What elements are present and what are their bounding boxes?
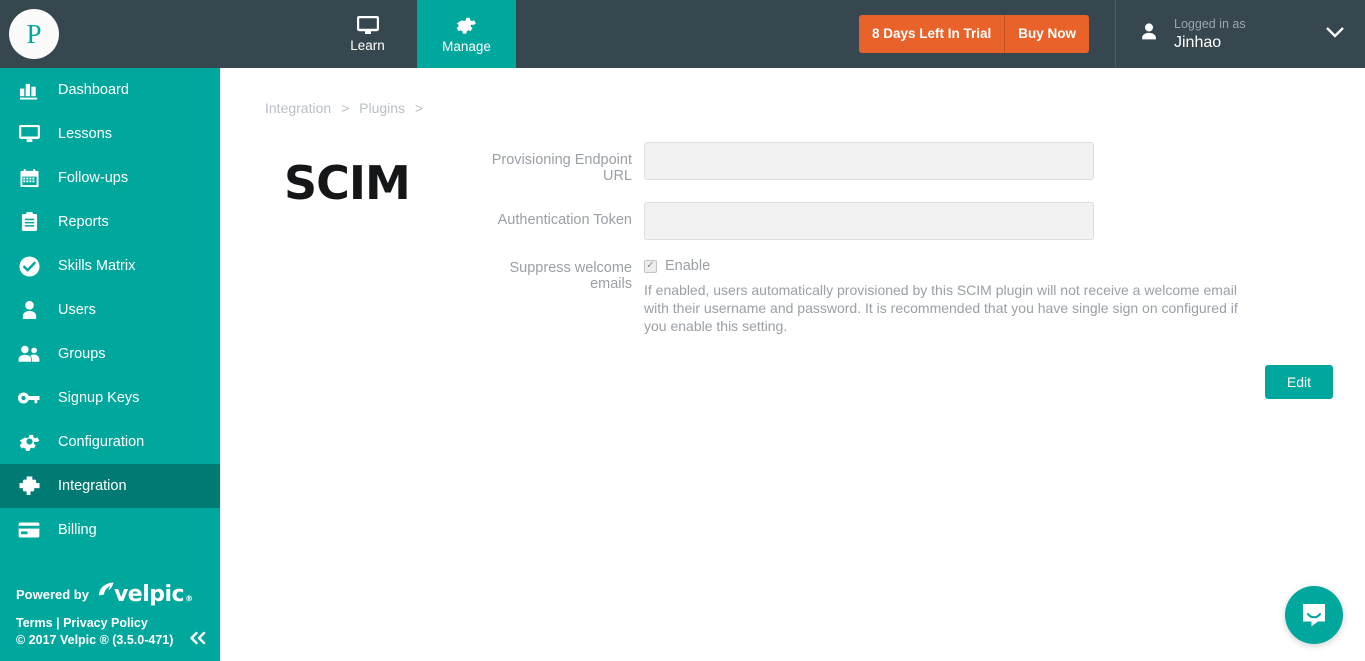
form-row-suppress-emails: Suppress welcome emails ✓ Enable If enab… bbox=[467, 258, 1365, 335]
credit-card-icon bbox=[0, 522, 58, 538]
velpic-wordmark: velpic bbox=[113, 582, 185, 607]
tab-learn-label: Learn bbox=[350, 37, 385, 53]
main-content: Integration > Plugins > SCIM Provisionin… bbox=[220, 68, 1365, 661]
provisioning-endpoint-url-input[interactable] bbox=[644, 142, 1094, 180]
sidebar-item-skills-matrix[interactable]: Skills Matrix bbox=[0, 244, 220, 288]
sidebar-item-billing[interactable]: Billing bbox=[0, 508, 220, 552]
sidebar-footer: Powered by velpic ® Terms | Privacy Poli… bbox=[0, 581, 220, 661]
tab-manage[interactable]: Manage bbox=[417, 0, 516, 68]
puzzle-icon bbox=[0, 476, 58, 496]
people-icon bbox=[0, 345, 58, 363]
sidebar-item-lessons[interactable]: Lessons bbox=[0, 112, 220, 156]
check-circle-icon bbox=[0, 255, 58, 277]
footer-separator: | bbox=[56, 616, 60, 630]
breadcrumb: Integration > Plugins > bbox=[221, 68, 1365, 116]
chevron-down-icon[interactable] bbox=[1325, 25, 1345, 43]
provisioning-endpoint-url-label: Provisioning Endpoint URL bbox=[491, 152, 632, 184]
gear-icon bbox=[0, 432, 58, 453]
brand-logo[interactable]: P bbox=[0, 0, 220, 68]
user-menu[interactable]: Logged in as Jinhao bbox=[1115, 0, 1365, 68]
calendar-icon bbox=[0, 168, 58, 188]
edit-button[interactable]: Edit bbox=[1264, 365, 1333, 399]
app-root: P Learn Manage 8 Days Left In Trial Buy … bbox=[0, 0, 1365, 661]
sidebar-item-label: Lessons bbox=[58, 126, 113, 142]
velpic-leaf-icon bbox=[98, 582, 114, 596]
sidebar-item-label: Reports bbox=[58, 214, 109, 230]
form-actions: Edit bbox=[467, 335, 1365, 399]
header-spacer bbox=[220, 0, 318, 68]
trial-banner[interactable]: 8 Days Left In Trial Buy Now bbox=[858, 15, 1089, 53]
sidebar-item-label: Skills Matrix bbox=[58, 258, 136, 274]
sidebar-item-reports[interactable]: Reports bbox=[0, 200, 220, 244]
enable-checkbox[interactable]: ✓ bbox=[644, 259, 657, 273]
breadcrumb-separator: > bbox=[414, 100, 424, 116]
authentication-token-input[interactable] bbox=[644, 202, 1094, 240]
chat-bubble-icon[interactable] bbox=[1285, 586, 1343, 644]
sidebar-item-groups[interactable]: Groups bbox=[0, 332, 220, 376]
monitor-icon bbox=[0, 125, 58, 143]
plugin-panel: SCIM Provisioning Endpoint URL Authentic… bbox=[221, 116, 1365, 399]
tab-learn[interactable]: Learn bbox=[318, 0, 417, 68]
sidebar-item-label: Users bbox=[58, 302, 96, 318]
user-name-label: Jinhao bbox=[1174, 33, 1222, 51]
buy-now-button[interactable]: Buy Now bbox=[1005, 15, 1089, 53]
check-glyph: ✓ bbox=[646, 260, 655, 271]
sidebar-item-label: Groups bbox=[58, 346, 106, 362]
enable-checkbox-label: Enable bbox=[665, 258, 711, 274]
sidebar-item-configuration[interactable]: Configuration bbox=[0, 420, 220, 464]
person-icon bbox=[0, 300, 58, 320]
user-text: Logged in as Jinhao bbox=[1174, 16, 1325, 53]
enable-checkbox-row[interactable]: ✓ Enable bbox=[644, 258, 1254, 274]
bar-chart-icon bbox=[0, 81, 58, 100]
sidebar-item-label: Billing bbox=[58, 522, 97, 538]
double-chevron-left-icon[interactable] bbox=[188, 630, 208, 649]
sidebar-item-dashboard[interactable]: Dashboard bbox=[0, 68, 220, 112]
privacy-policy-link[interactable]: Privacy Policy bbox=[63, 616, 148, 630]
sidebar-item-label: Configuration bbox=[58, 434, 145, 450]
sidebar-item-integration[interactable]: Integration bbox=[0, 464, 220, 508]
breadcrumb-separator: > bbox=[341, 100, 350, 116]
sidebar-item-follow-ups[interactable]: Follow-ups bbox=[0, 156, 220, 200]
monitor-icon bbox=[356, 15, 379, 35]
plugin-logo-column: SCIM bbox=[262, 140, 467, 399]
powered-by: Powered by velpic ® bbox=[16, 581, 220, 607]
sidebar-item-signup-keys[interactable]: Signup Keys bbox=[0, 376, 220, 420]
powered-by-label: Powered by bbox=[16, 586, 89, 602]
velpic-logo: velpic ® bbox=[96, 581, 193, 607]
sidebar-item-label: Dashboard bbox=[58, 82, 129, 98]
breadcrumb-item-integration[interactable]: Integration bbox=[265, 100, 331, 116]
scim-logo: SCIM bbox=[284, 156, 411, 210]
form-row-endpoint: Provisioning Endpoint URL bbox=[467, 142, 1365, 184]
tab-manage-label: Manage bbox=[442, 38, 491, 54]
terms-link[interactable]: Terms bbox=[16, 616, 53, 630]
sidebar-item-label: Integration bbox=[58, 478, 127, 494]
sidebar: Dashboard Lessons Follow-ups Reports Ski… bbox=[0, 68, 220, 661]
form-row-token: Authentication Token bbox=[467, 202, 1365, 240]
velpic-registered-mark: ® bbox=[185, 594, 193, 603]
user-sub-label: Logged in as bbox=[1174, 16, 1246, 31]
sidebar-item-label: Follow-ups bbox=[58, 170, 129, 186]
plugin-form: Provisioning Endpoint URL Authentication… bbox=[467, 140, 1365, 399]
suppress-welcome-emails-label: Suppress welcome emails bbox=[509, 260, 633, 292]
clipboard-icon bbox=[0, 212, 58, 232]
gear-icon bbox=[456, 15, 477, 36]
p-avatar: P bbox=[9, 9, 59, 59]
trial-days-label: 8 Days Left In Trial bbox=[859, 15, 1006, 53]
footer-links: Terms | Privacy Policy bbox=[16, 616, 220, 630]
header-fill bbox=[516, 0, 859, 68]
authentication-token-label: Authentication Token bbox=[497, 212, 632, 228]
suppress-emails-control: ✓ Enable If enabled, users automatically… bbox=[644, 258, 1254, 335]
sidebar-item-label: Signup Keys bbox=[58, 390, 140, 406]
person-icon bbox=[1138, 21, 1160, 48]
top-header: P Learn Manage 8 Days Left In Trial Buy … bbox=[0, 0, 1365, 68]
sidebar-item-users[interactable]: Users bbox=[0, 288, 220, 332]
breadcrumb-item-plugins[interactable]: Plugins bbox=[359, 100, 405, 116]
suppress-emails-help-text: If enabled, users automatically provisio… bbox=[644, 282, 1238, 334]
key-icon bbox=[0, 391, 58, 405]
